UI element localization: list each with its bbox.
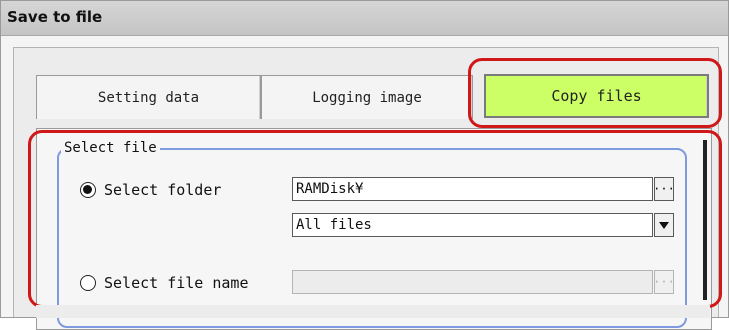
title-bar: Save to file [1,1,728,36]
bottom-edge [36,305,710,318]
window-title: Save to file [7,8,103,26]
tab-logging-image[interactable]: Logging image [261,75,473,119]
select-file-highlight [28,130,722,308]
copy-files-highlight [468,58,722,128]
tab-setting-data[interactable]: Setting data [36,75,261,119]
